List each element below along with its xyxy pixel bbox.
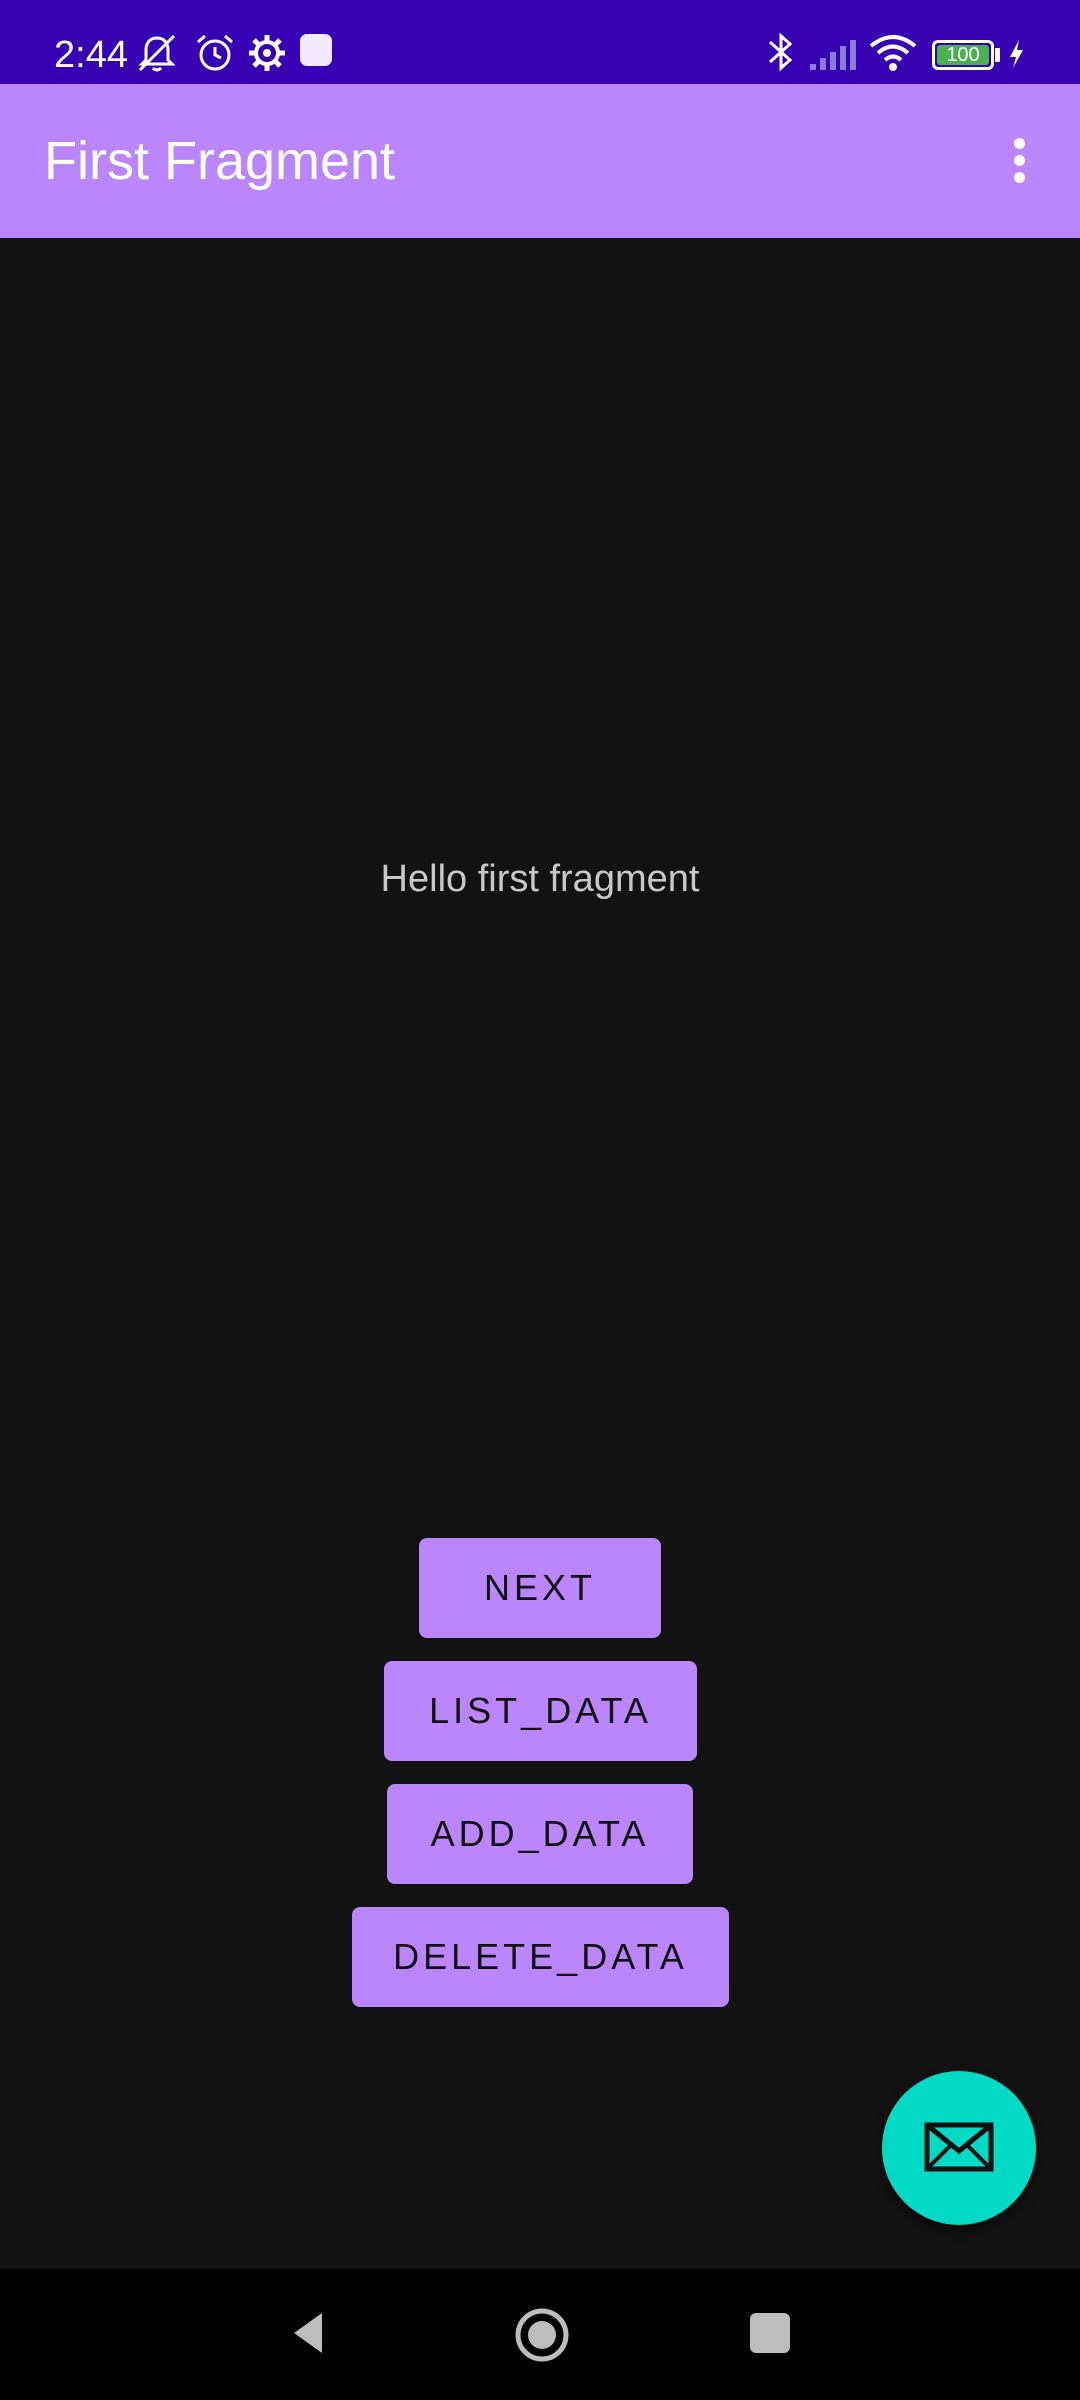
hello-text: Hello first fragment (380, 858, 700, 900)
battery-cap (995, 48, 1000, 62)
app-square-icon (300, 34, 332, 66)
navigation-bar (0, 2269, 1080, 2400)
battery-level: 100 (946, 44, 980, 66)
charging-icon (1010, 40, 1023, 68)
settings-icon (249, 35, 285, 71)
delete-data-button[interactable]: DELETE_DATA (352, 1907, 729, 2007)
app-title: First Fragment (44, 131, 396, 191)
status-time: 2:44 (54, 0, 128, 84)
more-options-button[interactable] (990, 124, 1050, 198)
recents-button[interactable] (730, 2269, 810, 2400)
home-icon (515, 2308, 569, 2362)
battery-icon: 100 (932, 40, 994, 70)
recents-icon (750, 2313, 790, 2353)
notifications-off-icon (138, 34, 176, 72)
status-time-text: 2:44 (54, 34, 128, 76)
home-button[interactable] (500, 2269, 580, 2400)
list-data-button[interactable]: LIST_DATA (384, 1661, 697, 1761)
mail-icon (924, 2122, 994, 2172)
back-icon (294, 2313, 322, 2353)
app-bar: First Fragment (0, 84, 1080, 238)
bluetooth-icon (768, 32, 793, 72)
screen: 2:44 100 First Fragment Hello first frag… (0, 0, 1080, 2400)
wifi-icon (869, 35, 917, 71)
next-button[interactable]: NEXT (419, 1538, 661, 1638)
alarm-icon (197, 34, 233, 71)
add-data-button[interactable]: ADD_DATA (387, 1784, 693, 1884)
back-button[interactable] (270, 2269, 350, 2400)
mail-fab-button[interactable] (882, 2071, 1036, 2225)
status-bar: 2:44 100 (0, 0, 1080, 84)
signal-icon (810, 40, 856, 70)
